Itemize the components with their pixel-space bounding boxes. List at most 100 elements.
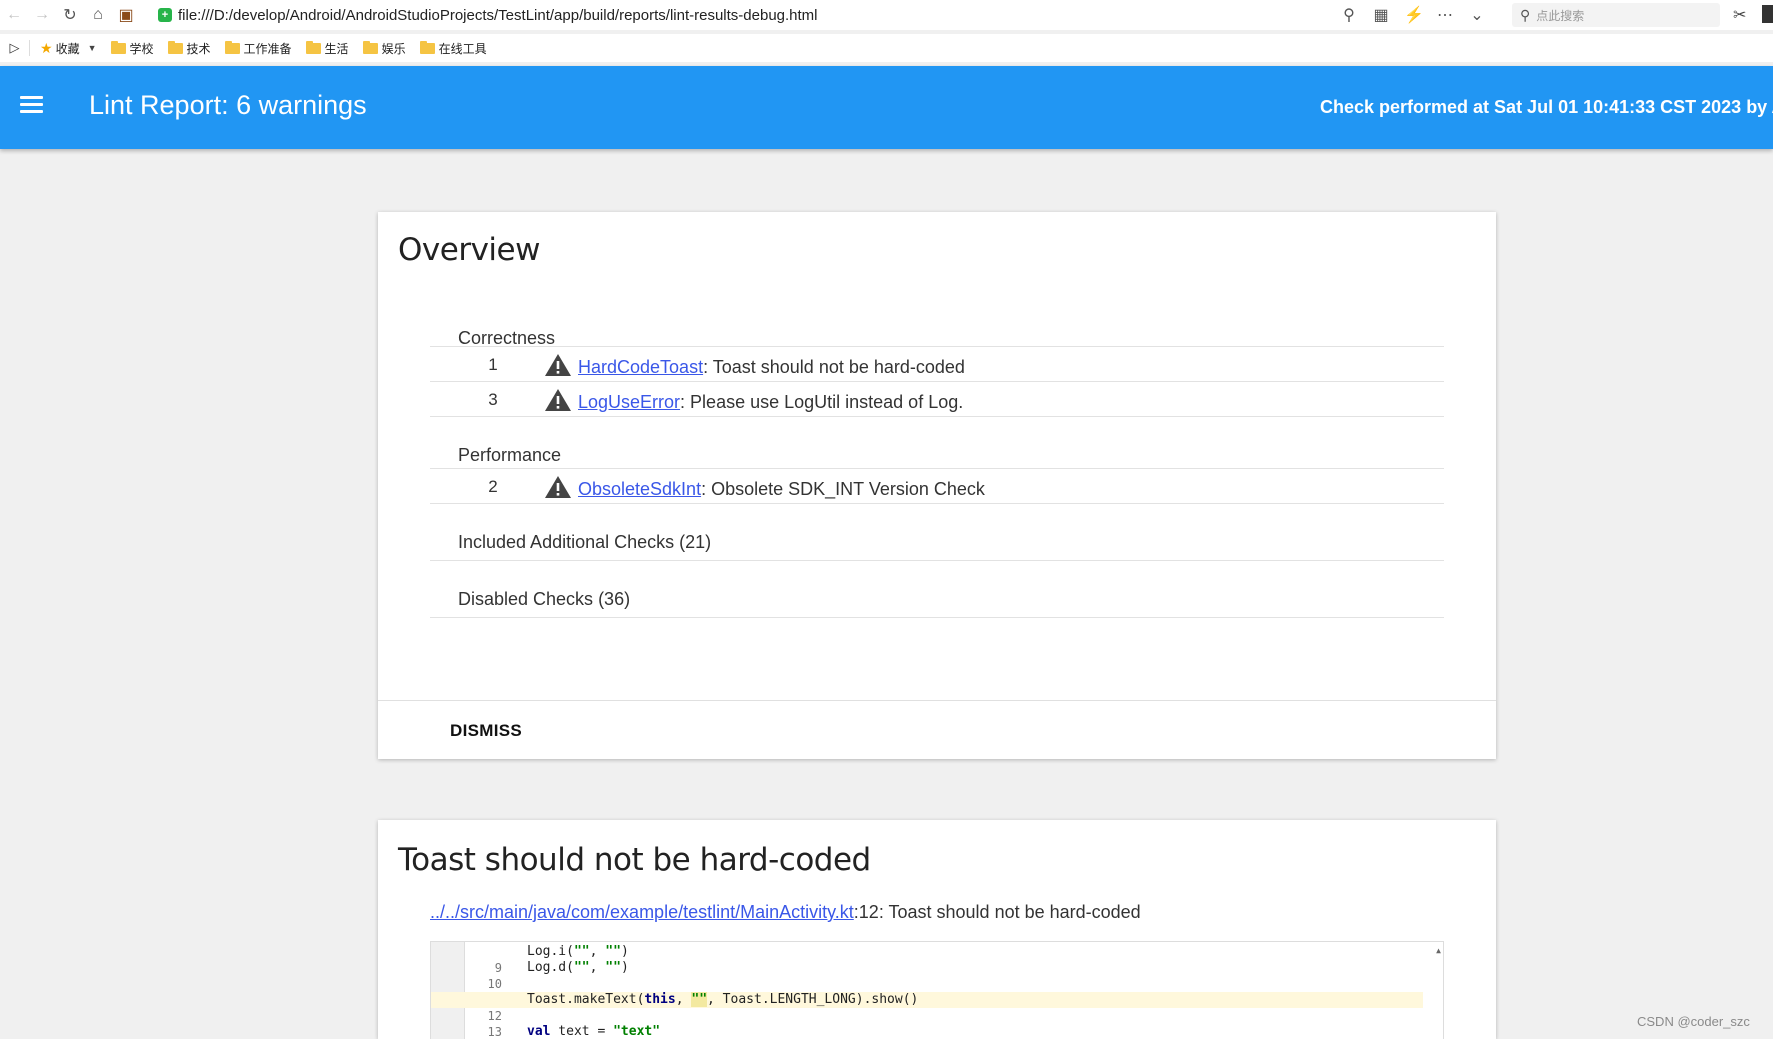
issue-count: 3 [488,390,498,409]
code-text: Log.d( [527,960,574,975]
folder-icon [362,40,378,54]
bookmark-folder[interactable]: 在线工具 [419,40,487,57]
sidebar-toggle-icon[interactable]: ▷ [0,40,30,56]
code-line: 13 [431,1008,1423,1039]
bookmark-label: 娱乐 [381,41,406,56]
code-line-highlighted: 12 Toast.makeText(this, "", Toast.LENGTH… [431,992,1423,1023]
issue-message: : Please use LogUtil instead of Log. [680,392,964,412]
code-string: "" [573,944,590,959]
browser-tools: ⚲ ▦ ⚡ ⋯ ⌄ [1340,0,1486,30]
disabled-checks-row[interactable]: Disabled Checks (36) [430,561,1444,618]
issue-title: Toast should not be hard-coded [398,842,871,878]
bookmark-folder[interactable]: 娱乐 [362,40,406,57]
folder-icon [419,40,435,54]
lightning-icon[interactable]: ⚡ [1404,5,1424,25]
issue-count: 2 [488,477,498,496]
extension-icon[interactable] [1762,5,1773,23]
disabled-checks-label: Disabled Checks (36) [458,589,631,609]
issue-count: 1 [488,355,498,374]
issue-link-hardcodetoast[interactable]: HardCodeToast [578,357,703,377]
star-icon: ★ [40,39,53,56]
card-actions: DISMISS [378,700,1496,759]
warning-icon [545,476,571,498]
dismiss-button[interactable]: DISMISS [450,721,522,741]
search-placeholder: 点此搜索 [1536,8,1585,23]
category-row: Performance [430,434,1444,469]
scissors-icon[interactable]: ✂ [1733,5,1746,25]
caret-down-icon: ▼ [87,43,97,53]
menu-icon[interactable] [20,96,43,114]
overview-title: Overview [398,232,540,268]
code-string: "" [605,960,621,975]
search-input[interactable]: ⚲ 点此搜索 [1512,3,1720,27]
bookmark-folder[interactable]: 生活 [305,40,349,57]
overview-card: Overview Correctness 1 HardCodeToast: To… [378,212,1496,759]
folder-icon [305,40,321,54]
bookmark-label: 收藏 [55,41,80,56]
code-string: "" [691,992,708,1007]
bookmarks-bar: ▷ ★ 收藏 ▼ 学校 技术 工作准备 生活 娱乐 在线工具 [0,34,1773,62]
code-text: , [675,992,692,1007]
category-label: Performance [458,445,562,465]
home-icon[interactable]: ⌂ [84,1,112,29]
issue-location: ../../src/main/java/com/example/testlint… [430,902,1141,923]
code-text: Toast.makeText( [527,992,645,1007]
code-string: "" [573,960,590,975]
code-keyword: val [527,1024,551,1039]
code-keyword: this [644,992,676,1007]
bookmark-folder[interactable]: 工作准备 [224,40,292,57]
issue-row: 1 HardCodeToast: Toast should not be har… [430,347,1444,382]
issue-row: 3 LogUseError: Please use LogUtil instea… [430,382,1444,417]
bookmark-label: 学校 [129,41,154,56]
search-icon: ⚲ [1520,6,1531,23]
code-text: Log.i( [527,944,574,959]
translate-icon[interactable]: ▦ [1372,5,1390,25]
bookmark-folder[interactable]: 技术 [167,40,211,57]
issue-row: 2 ObsoleteSdkInt: Obsolete SDK_INT Versi… [430,469,1444,504]
issue-message: : Toast should not be hard-coded [703,357,965,377]
more-icon[interactable]: ⋯ [1436,5,1454,25]
app-header: Lint Report: 6 warnings Check performed … [0,66,1773,149]
address-bar[interactable]: + file:///D:/develop/Android/AndroidStud… [158,2,1328,28]
category-label: Correctness [458,328,556,348]
page-title: Lint Report: 6 warnings [89,90,367,120]
chevron-down-icon[interactable]: ⌄ [1468,5,1486,25]
watermark: CSDN @coder_szc [1637,1014,1750,1029]
briefcase-icon[interactable]: ▣ [112,1,140,29]
bookmark-label: 工作准备 [243,41,292,56]
code-line: 9 Log.i("", "") [431,944,1423,975]
bookmark-favorites[interactable]: ★ 收藏 ▼ [40,40,97,57]
code-text: ) [620,960,629,975]
issue-link-obsoletesdkint[interactable]: ObsoleteSdkInt [578,479,701,499]
included-checks-row[interactable]: Included Additional Checks (21) [430,504,1444,561]
check-performed-text: Check performed at Sat Jul 01 10:41:33 C… [1320,97,1773,117]
scroll-up-icon[interactable]: ▲ [1436,946,1441,955]
url-text[interactable]: file:///D:/develop/Android/AndroidStudio… [178,7,818,24]
code-text: , [589,944,606,959]
code-line: 14 val text = "text" [431,1024,1423,1039]
code-line: 11 [431,976,1423,1007]
code-string: "text" [613,1024,661,1039]
warning-icon [545,389,571,411]
issue-message: : Obsolete SDK_INT Version Check [701,479,985,499]
bookmark-label: 生活 [324,41,349,56]
warning-icon [545,354,571,376]
included-checks-label: Included Additional Checks (21) [458,532,712,552]
category-row: Correctness [430,312,1444,348]
code-line: 10 Log.d("", "") [431,960,1423,991]
code-text: , [589,960,606,975]
bookmark-folder[interactable]: 学校 [110,40,154,57]
reload-icon[interactable]: ↻ [56,1,84,29]
zoom-icon[interactable]: ⚲ [1340,5,1358,25]
code-text: , Toast.LENGTH_LONG).show() [707,992,919,1007]
source-file-link[interactable]: ../../src/main/java/com/example/testlint… [430,902,854,922]
back-icon[interactable]: ← [0,1,28,29]
overview-table: Correctness 1 HardCodeToast: Toast shoul… [430,312,1444,618]
forward-icon[interactable]: → [28,1,56,29]
folder-icon [167,40,183,54]
folder-icon [110,40,126,54]
issue-link-logusererror[interactable]: LogUseError [578,392,680,412]
bookmark-label: 技术 [186,41,211,56]
folder-icon [224,40,240,54]
